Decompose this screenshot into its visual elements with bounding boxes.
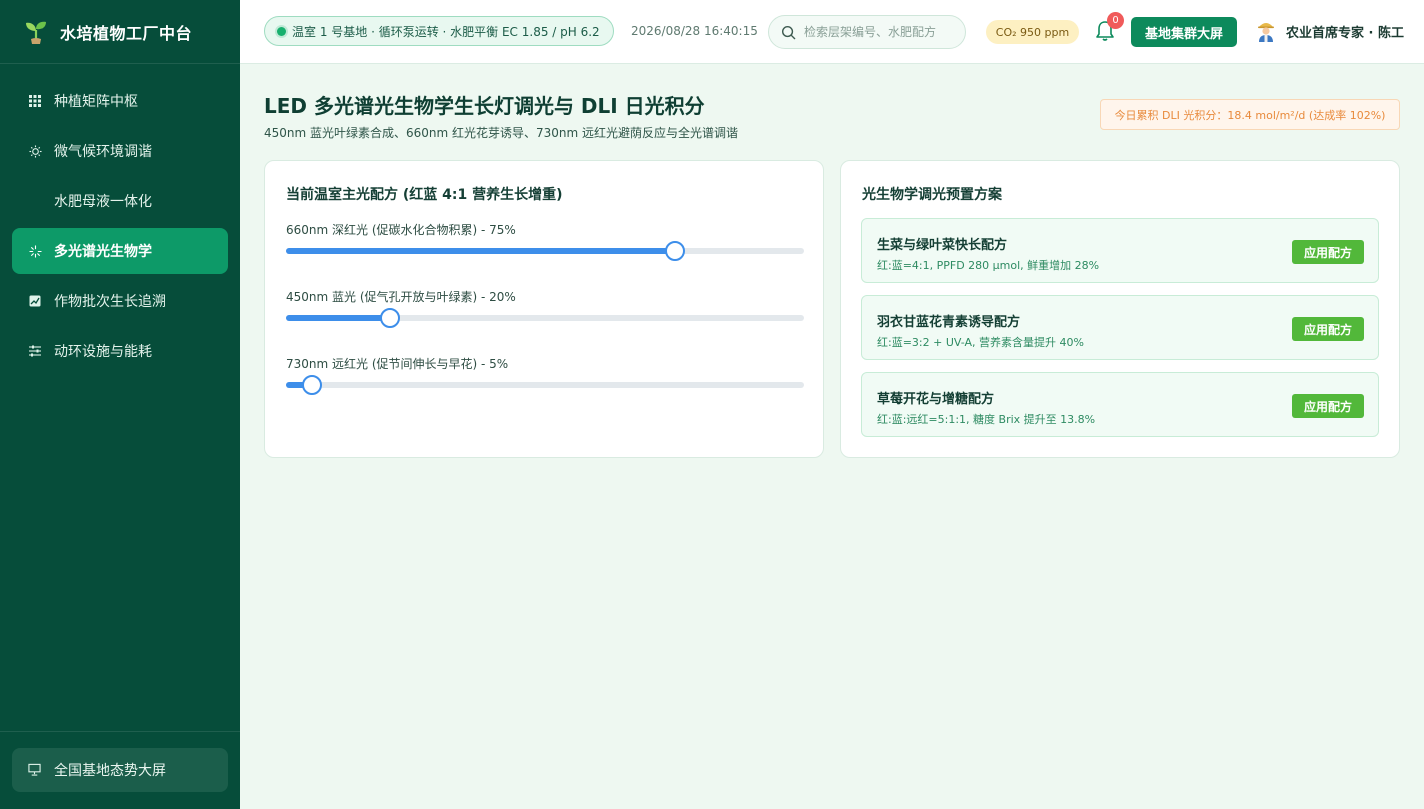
presets-title: 光生物学调光预置方案 bbox=[862, 187, 1002, 203]
preset-kale: 羽衣甘蓝花青素诱导配方 红:蓝=3:2 + UV-A, 营养素含量提升 40% … bbox=[861, 295, 1379, 360]
light-formula-card: 当前温室主光配方 (红蓝 4:1 营养生长增重) 660nm 深红光 (促碳水化… bbox=[264, 160, 824, 458]
preset-lettuce: 生菜与绿叶菜快长配方 红:蓝=4:1, PPFD 280 μmol, 鲜重增加 … bbox=[861, 218, 1379, 283]
status-indicator-dot bbox=[277, 26, 286, 36]
sidebar-item-microclimate[interactable]: 微气候环境调谐 bbox=[12, 128, 228, 174]
slider-fill bbox=[286, 248, 675, 254]
presentation-icon bbox=[28, 763, 42, 777]
sidebar-item-photobiology[interactable]: 多光谱光生物学 bbox=[12, 228, 228, 274]
light-formula-title: 当前温室主光配方 (红蓝 4:1 营养生长增重) bbox=[286, 187, 563, 203]
chart-icon bbox=[28, 294, 42, 308]
preset-description: 红:蓝:远红=5:1:1, 糖度 Brix 提升至 13.8% bbox=[877, 413, 1096, 426]
national-dashboard-button[interactable]: 全国基地态势大屏 bbox=[12, 748, 228, 792]
sidebar-item-label: 种植矩阵中枢 bbox=[54, 94, 138, 110]
slider-label: 730nm 远红光 (促节间伸长与早花) - 5% bbox=[286, 357, 509, 371]
sidebar-item-batch-tracing[interactable]: 作物批次生长追溯 bbox=[12, 278, 228, 324]
droplet-icon bbox=[28, 194, 42, 208]
apply-preset-button[interactable]: 应用配方 bbox=[1292, 317, 1364, 341]
system-status-text: 温室 1 号基地 · 循环泵运转 · 水肥平衡 EC 1.85 / pH 6.2 bbox=[292, 24, 600, 39]
preset-description: 红:蓝=3:2 + UV-A, 营养素含量提升 40% bbox=[877, 336, 1084, 349]
slider-thumb[interactable] bbox=[664, 241, 685, 261]
system-status-pill: 温室 1 号基地 · 循环泵运转 · 水肥平衡 EC 1.85 / pH 6.2 bbox=[264, 16, 614, 46]
slider-660nm-deep-red: 660nm 深红光 (促碳水化合物积累) - 75% bbox=[286, 221, 804, 261]
apply-preset-button[interactable]: 应用配方 bbox=[1292, 394, 1364, 418]
slider-thumb[interactable] bbox=[379, 308, 400, 328]
preset-strawberry: 草莓开花与增糖配方 红:蓝:远红=5:1:1, 糖度 Brix 提升至 13.8… bbox=[861, 372, 1379, 437]
base-cluster-screen-button[interactable]: 基地集群大屏 bbox=[1131, 17, 1237, 47]
page-subtitle: 450nm 蓝光叶绿素合成、660nm 红光花芽诱导、730nm 远红光避荫反应… bbox=[264, 126, 739, 140]
slider-track[interactable] bbox=[286, 308, 804, 328]
sprout-icon bbox=[26, 21, 46, 44]
slider-track[interactable] bbox=[286, 241, 804, 261]
grid-icon bbox=[28, 94, 42, 108]
slider-fill bbox=[286, 315, 390, 321]
slider-thumb[interactable] bbox=[301, 375, 322, 395]
search-box[interactable] bbox=[768, 15, 966, 49]
top-header: 温室 1 号基地 · 循环泵运转 · 水肥平衡 EC 1.85 / pH 6.2… bbox=[240, 0, 1424, 64]
preset-name: 草莓开花与增糖配方 bbox=[877, 392, 995, 407]
slider-track[interactable] bbox=[286, 375, 804, 395]
dli-summary-badge: 今日累积 DLI 光积分：18.4 mol/m²/d (达成率 102%) bbox=[1100, 99, 1400, 130]
slider-450nm-blue: 450nm 蓝光 (促气孔开放与叶绿素) - 20% bbox=[286, 288, 804, 328]
sidebar-item-fertigation[interactable]: 水肥母液一体化 bbox=[12, 178, 228, 224]
search-icon bbox=[781, 25, 796, 39]
sliders-icon bbox=[28, 344, 42, 358]
current-datetime: 2026/08/28 16:40:15 bbox=[631, 24, 758, 38]
national-dashboard-label: 全国基地态势大屏 bbox=[54, 763, 166, 779]
sparkle-icon bbox=[28, 244, 42, 258]
sidebar-item-label: 微气候环境调谐 bbox=[54, 144, 152, 160]
sidebar-footer: 全国基地态势大屏 bbox=[0, 731, 240, 809]
notification-count-badge: 0 bbox=[1107, 12, 1124, 29]
sidebar-item-facilities-energy[interactable]: 动环设施与能耗 bbox=[12, 328, 228, 374]
slider-label: 450nm 蓝光 (促气孔开放与叶绿素) - 20% bbox=[286, 290, 516, 304]
preset-name: 羽衣甘蓝花青素诱导配方 bbox=[877, 315, 1021, 330]
photobiology-presets-card: 光生物学调光预置方案 生菜与绿叶菜快长配方 红:蓝=4:1, PPFD 280 … bbox=[840, 160, 1400, 458]
user-profile[interactable]: 农业首席专家 · 陈工 bbox=[1256, 20, 1404, 42]
sidebar-item-planting-matrix[interactable]: 种植矩阵中枢 bbox=[12, 78, 228, 124]
farmer-avatar-icon bbox=[1258, 23, 1274, 42]
apply-preset-button[interactable]: 应用配方 bbox=[1292, 240, 1364, 264]
sidebar-item-label: 多光谱光生物学 bbox=[54, 244, 152, 260]
slider-label: 660nm 深红光 (促碳水化合物积累) - 75% bbox=[286, 223, 516, 237]
brand: 水培植物工厂中台 bbox=[0, 0, 240, 64]
user-name: 农业首席专家 · 陈工 bbox=[1286, 25, 1404, 41]
brand-name: 水培植物工厂中台 bbox=[60, 23, 193, 43]
slider-730nm-far-red: 730nm 远红光 (促节间伸长与早花) - 5% bbox=[286, 355, 804, 395]
preset-description: 红:蓝=4:1, PPFD 280 μmol, 鲜重增加 28% bbox=[877, 259, 1100, 272]
sidebar-item-label: 动环设施与能耗 bbox=[54, 344, 152, 360]
search-input[interactable] bbox=[804, 25, 954, 39]
sidebar-item-label: 作物批次生长追溯 bbox=[54, 294, 166, 310]
page-title: LED 多光谱光生物学生长灯调光与 DLI 日光积分 bbox=[264, 94, 705, 118]
sidebar-item-label: 水肥母液一体化 bbox=[54, 194, 152, 210]
preset-name: 生菜与绿叶菜快长配方 bbox=[877, 238, 1008, 253]
sidebar: 水培植物工厂中台 种植矩阵中枢 微气候环境调谐 水肥母液一体化 多光谱光生物学 bbox=[0, 0, 240, 809]
sidebar-nav: 种植矩阵中枢 微气候环境调谐 水肥母液一体化 多光谱光生物学 作物批次生长追溯 bbox=[0, 64, 240, 374]
sun-icon bbox=[28, 144, 42, 158]
co2-badge: CO₂ 950 ppm bbox=[986, 20, 1079, 44]
